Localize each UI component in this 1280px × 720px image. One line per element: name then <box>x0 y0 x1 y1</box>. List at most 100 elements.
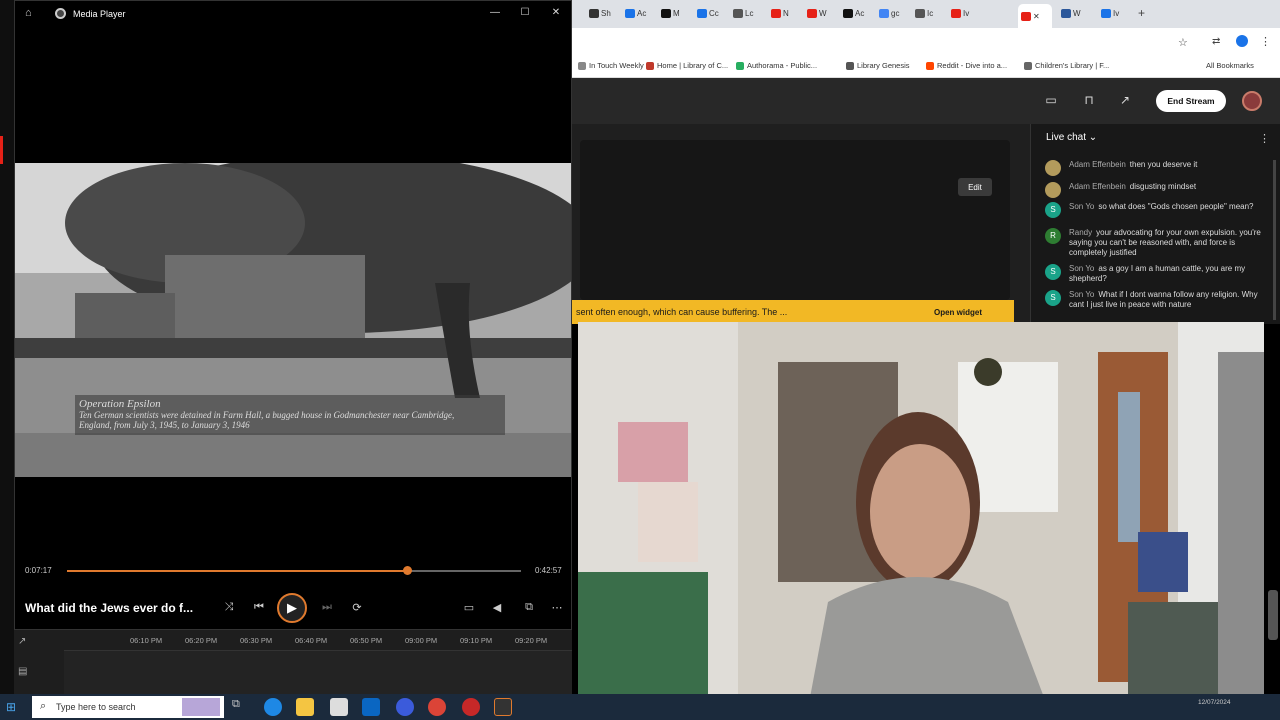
app-icon[interactable] <box>396 698 414 716</box>
mail-icon[interactable] <box>362 698 380 716</box>
browser-menu-icon[interactable]: ⋮ <box>1260 35 1271 48</box>
tray-clock[interactable]: 12/07/2024 <box>1198 698 1231 707</box>
page-scrollbar[interactable] <box>1268 590 1278 640</box>
bookmark-item[interactable]: Home | Library of C... <box>646 61 728 70</box>
chat-author[interactable]: Randy <box>1069 228 1092 237</box>
bookmark-label: Authorama - Public... <box>747 61 818 70</box>
browser-tab[interactable]: Iv <box>1098 5 1134 22</box>
edge-icon[interactable] <box>264 698 282 716</box>
video-frame[interactable]: Operation Epsilon Ten German scientists … <box>15 163 571 477</box>
browser-tab[interactable]: Ic <box>912 5 948 22</box>
browser-tab[interactable]: Iv <box>948 5 984 22</box>
chat-author[interactable]: Son Yo <box>1069 202 1094 211</box>
chat-more-icon[interactable]: ⋮ <box>1259 132 1270 145</box>
store-icon[interactable] <box>330 698 348 716</box>
tab-favicon <box>589 9 599 18</box>
profile-icon[interactable] <box>1236 35 1248 47</box>
bookmark-item[interactable]: Reddit - Dive into a... <box>926 61 1007 70</box>
chat-icon[interactable]: ▤ <box>18 666 27 677</box>
chat-avatar[interactable]: S <box>1045 290 1061 306</box>
tab-favicon <box>1061 9 1071 18</box>
shuffle-icon[interactable]: ⤨ <box>221 601 237 614</box>
live-chat-title[interactable]: Live chat ⌄ <box>1046 132 1097 143</box>
tab-label: gc <box>891 9 900 18</box>
task-view-icon[interactable]: ⧉ <box>232 698 250 716</box>
bookmark-item[interactable]: Children's Library | F... <box>1024 61 1109 70</box>
avatar[interactable] <box>1242 91 1262 111</box>
tab-favicon <box>879 9 889 18</box>
minimize-button[interactable]: — <box>487 7 503 18</box>
next-icon[interactable]: ⏭ <box>319 601 335 614</box>
miniplayer-icon[interactable]: ▭ <box>461 601 477 614</box>
media-player-taskbar-icon[interactable] <box>494 698 512 716</box>
browser-tab[interactable]: W <box>804 5 840 22</box>
warning-text: sent often enough, which can cause buffe… <box>576 307 788 317</box>
browser-tab[interactable]: Ac <box>840 5 876 22</box>
timeline-lane[interactable] <box>64 650 572 694</box>
taskbar-search-input[interactable]: ⌕ Type here to search <box>32 696 224 718</box>
chat-avatar[interactable] <box>1045 160 1061 176</box>
more-options-icon[interactable]: ⋯ <box>549 601 565 614</box>
browser-tab[interactable]: gc <box>876 5 912 22</box>
chat-text: so what does "Gods chosen people" mean? <box>1098 202 1254 211</box>
seek-bar-thumb[interactable] <box>402 566 412 575</box>
start-button[interactable]: ⊞ <box>6 700 20 714</box>
stream-preview: Edit <box>580 140 1010 300</box>
bookmark-label: Reddit - Dive into a... <box>937 61 1008 70</box>
chat-author[interactable]: Son Yo <box>1069 290 1094 299</box>
chat-avatar[interactable]: S <box>1045 264 1061 280</box>
bookmark-item[interactable]: Library Genesis <box>846 61 910 70</box>
cast-icon[interactable]: ⧉ <box>521 601 537 614</box>
bookmark-item[interactable]: In Touch Weekly <box>578 61 644 70</box>
search-icon: ⌕ <box>40 700 47 712</box>
previous-icon[interactable]: ⏮ <box>251 601 267 614</box>
all-bookmarks-button[interactable]: All Bookmarks <box>1206 61 1254 70</box>
browser-tab[interactable]: Ac <box>622 5 658 22</box>
edit-button[interactable]: Edit <box>958 178 992 196</box>
external-link-icon[interactable]: ↗ <box>18 636 26 647</box>
maximize-button[interactable]: ☐ <box>517 7 533 18</box>
play-button[interactable]: ▶ <box>277 593 307 623</box>
chat-avatar[interactable]: S <box>1045 202 1061 218</box>
camera-icon[interactable]: ▭ <box>1044 94 1058 106</box>
browser-address-row: ☆ ⇄ ⋮ <box>572 28 1280 56</box>
bookmark-label: In Touch Weekly <box>589 61 644 70</box>
now-playing-title[interactable]: What did the Jews ever do f... <box>25 601 193 615</box>
browser-tab[interactable]: Cc <box>694 5 730 22</box>
new-tab-button[interactable]: + <box>1138 6 1145 20</box>
home-icon[interactable]: ⌂ <box>25 7 32 19</box>
chat-author[interactable]: Adam Effenbein <box>1069 182 1126 191</box>
seek-bar[interactable] <box>67 566 521 575</box>
bookmark-item[interactable]: Authorama - Public... <box>736 61 817 70</box>
caption-line: Ten German scientists were detained in F… <box>79 410 455 420</box>
browser-tab[interactable]: Sh <box>586 5 622 22</box>
open-widget-link[interactable]: Open widget <box>934 308 982 317</box>
close-tab-icon[interactable]: ✕ <box>1033 12 1040 21</box>
bookmarks-bar: In Touch Weekly Home | Library of C... Aut… <box>572 56 1280 78</box>
timeline-tick-label: 09:20 PM <box>515 636 548 645</box>
browser-tab[interactable]: N <box>768 5 804 22</box>
browser-tab[interactable]: M <box>658 5 694 22</box>
chat-avatar[interactable]: R <box>1045 228 1061 244</box>
volume-icon[interactable]: ◀ <box>489 601 505 614</box>
recorder-icon[interactable] <box>462 698 480 716</box>
end-stream-button[interactable]: End Stream <box>1156 90 1226 112</box>
bookmark-icon[interactable]: ⊓ <box>1082 94 1096 106</box>
file-explorer-icon[interactable] <box>296 698 314 716</box>
chat-avatar[interactable] <box>1045 182 1061 198</box>
chrome-icon[interactable] <box>428 698 446 716</box>
chat-author[interactable]: Adam Effenbein <box>1069 160 1126 169</box>
tab-label: W <box>819 9 827 18</box>
bookmark-star-icon[interactable]: ☆ <box>1178 36 1188 49</box>
share-icon[interactable]: ↗ <box>1118 94 1132 106</box>
repeat-icon[interactable]: ⟳ <box>349 601 365 614</box>
media-player-titlebar: ⌂ Media Player — ☐ ✕ <box>15 1 571 27</box>
browser-tab-active[interactable]: ✕ <box>1018 4 1052 28</box>
chat-scrollbar[interactable] <box>1273 160 1276 320</box>
extensions-icon[interactable]: ⇄ <box>1212 36 1220 47</box>
browser-tab[interactable]: Lc <box>730 5 766 22</box>
timeline-tick-label: 06:40 PM <box>295 636 328 645</box>
browser-tab[interactable]: W <box>1058 5 1094 22</box>
chat-author[interactable]: Son Yo <box>1069 264 1094 273</box>
close-button[interactable]: ✕ <box>548 7 564 18</box>
